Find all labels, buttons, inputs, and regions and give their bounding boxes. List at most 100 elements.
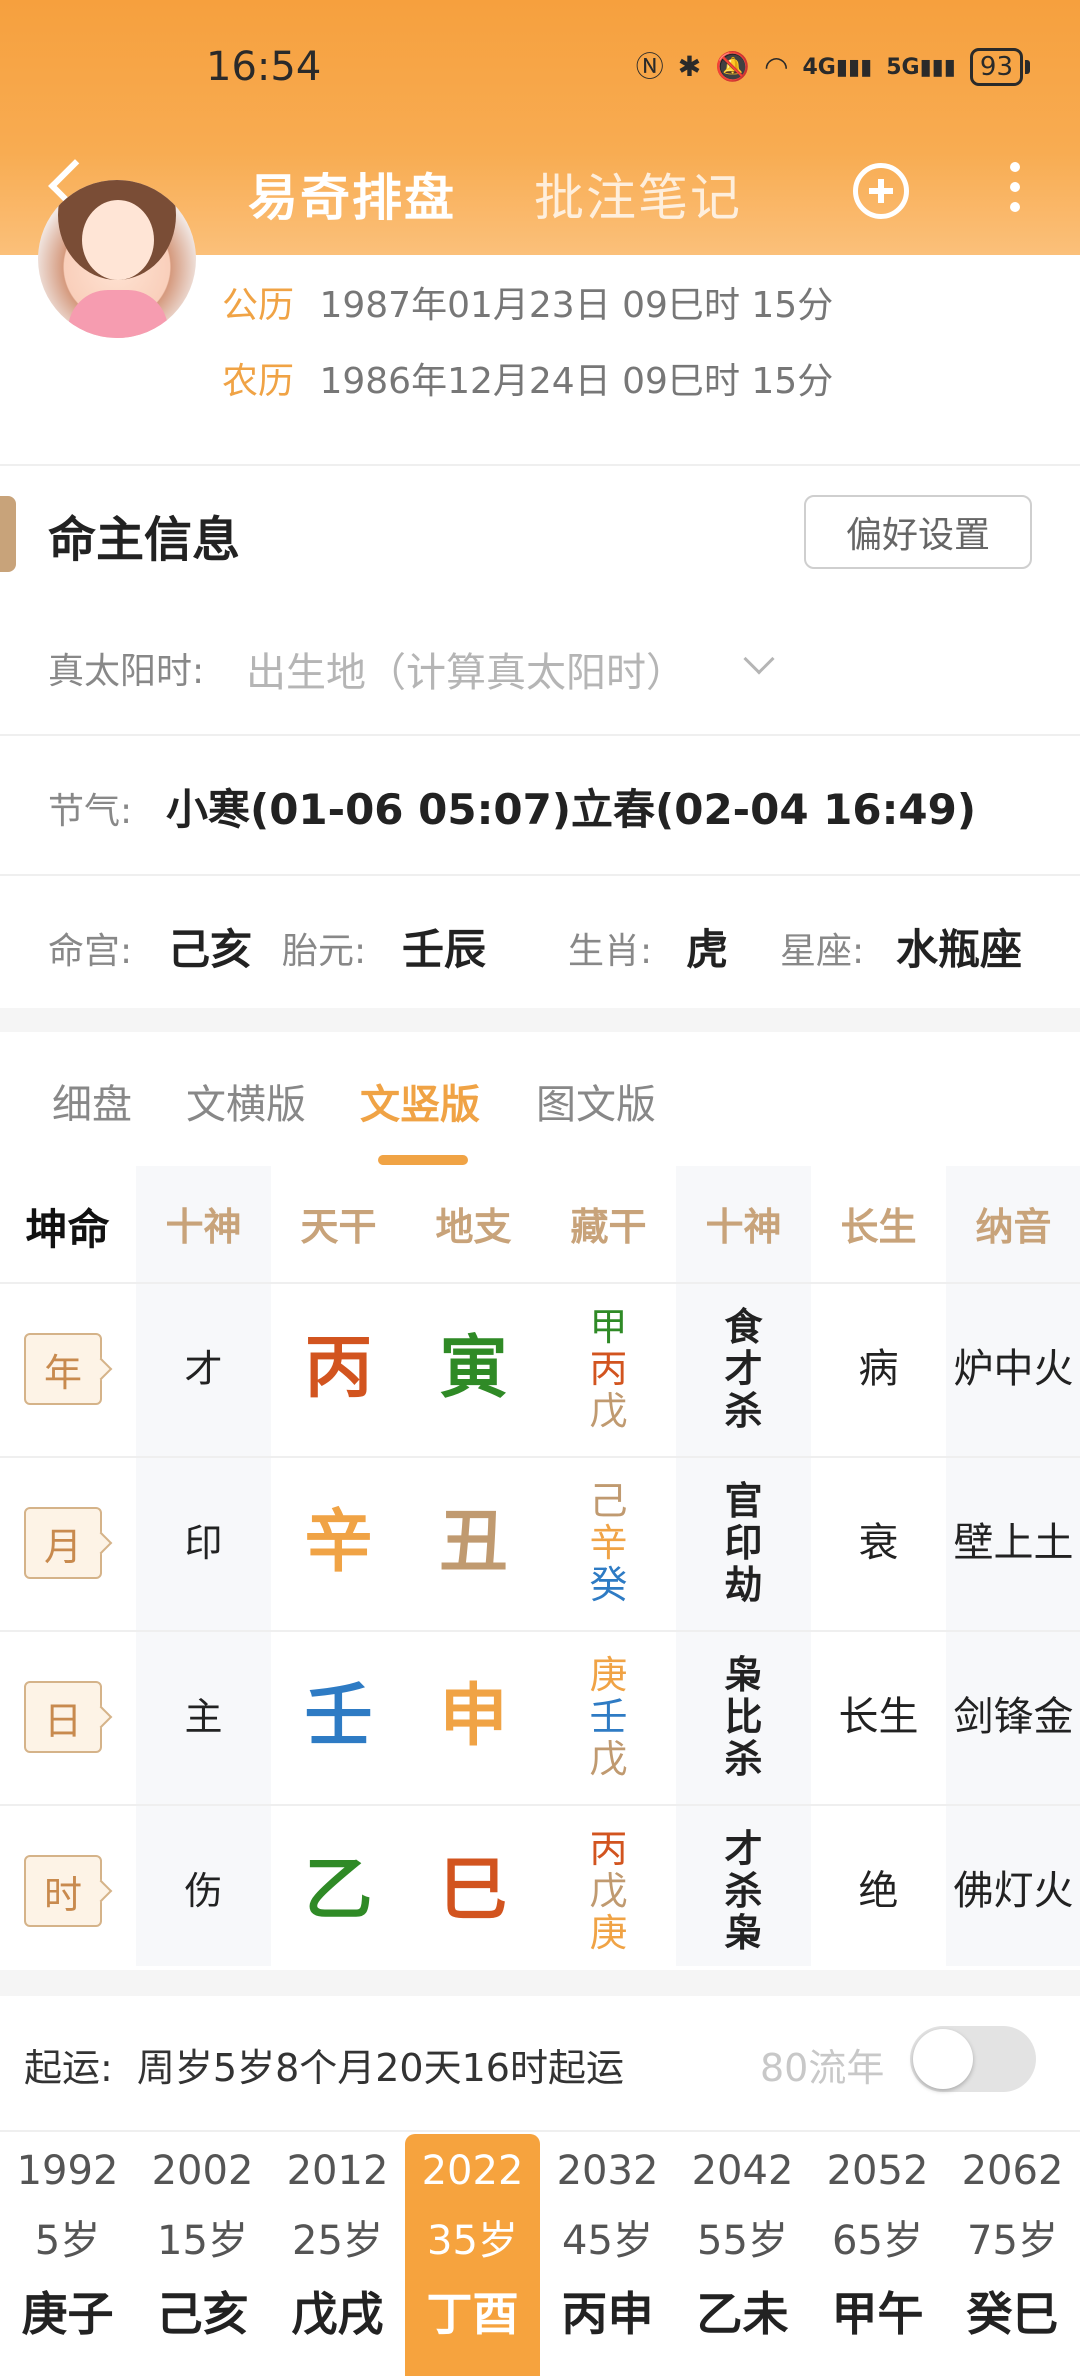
- lunar-date-row: 农历 1986年12月24日 09巳时 15分: [222, 352, 833, 404]
- dayun-item[interactable]: 2012 25岁 戊戌: [270, 2134, 405, 2376]
- taiyuan-label: 胎元:: [282, 931, 367, 972]
- liunian-toggle[interactable]: [910, 2026, 1036, 2092]
- dizhi-cell: 丑: [439, 1503, 508, 1582]
- dayun-age: 75岁: [967, 2218, 1058, 2264]
- shishen-char: 杀: [724, 1737, 763, 1781]
- shishen-char: 杀: [724, 1869, 763, 1913]
- dayun-item[interactable]: 2032 45岁 丙申: [540, 2134, 675, 2376]
- grid-header-0: 坤命: [25, 1205, 110, 1254]
- dizhi-cell: 申: [439, 1677, 508, 1756]
- dayun-year: 2002: [151, 2148, 254, 2194]
- canggan-shishen-cell: 才杀枭: [676, 1828, 811, 1954]
- canggan-shishen-cell: 食才杀: [676, 1306, 811, 1432]
- grid-header-6: 长生: [840, 1205, 917, 1249]
- dayun-item[interactable]: 2022 35岁 丁酉: [405, 2134, 540, 2376]
- dayun-item[interactable]: 2002 15岁 己亥: [135, 2134, 270, 2376]
- changsheng-cell: 衰: [858, 1520, 899, 1566]
- nayin-cell: 壁上土: [953, 1520, 1074, 1566]
- shishen-char: 食: [724, 1305, 763, 1349]
- canggan-char: 丙: [589, 1827, 628, 1871]
- row-divider: [0, 1630, 1080, 1632]
- grid-header-3: 地支: [435, 1205, 512, 1249]
- divider: [0, 464, 1080, 466]
- 4g-signal-icon: 4G▮▮▮: [802, 54, 873, 80]
- tab-wenshu[interactable]: 文竖版: [360, 1072, 480, 1130]
- shengxiao-value: 虎: [686, 925, 729, 974]
- 5g-signal-icon: 5G▮▮▮: [886, 54, 956, 80]
- nayin-cell: 佛灯火: [953, 1868, 1074, 1914]
- canggan-char: 己: [589, 1479, 628, 1523]
- mute-icon: 🔕: [715, 50, 751, 83]
- dayun-age: 65岁: [832, 2218, 923, 2264]
- canggan-char: 甲: [589, 1305, 628, 1349]
- tab-wenheng[interactable]: 文横版: [186, 1072, 306, 1130]
- status-icons: Ⓝ ✱ 🔕 ◠ 4G▮▮▮ 5G▮▮▮ 93: [636, 48, 1030, 86]
- divider: [0, 874, 1080, 876]
- dayun-item[interactable]: 1992 5岁 庚子: [0, 2134, 135, 2376]
- dayun-year: 2032: [556, 2148, 659, 2194]
- grid-header-7: 纳音: [975, 1205, 1052, 1249]
- add-icon[interactable]: [853, 163, 909, 219]
- dayun-item[interactable]: 2062 75岁 癸巳: [945, 2134, 1080, 2376]
- more-icon[interactable]: [1008, 162, 1022, 218]
- shishen-char: 枭: [724, 1911, 763, 1955]
- divider: [0, 2130, 1080, 2132]
- preferences-button[interactable]: 偏好设置: [804, 495, 1032, 569]
- pillar-tag[interactable]: 月: [24, 1507, 102, 1579]
- tab-paipan[interactable]: 易奇排盘: [248, 158, 456, 230]
- birthplace-selector[interactable]: 出生地（计算真太阳时）: [246, 640, 686, 698]
- avatar[interactable]: [38, 180, 196, 338]
- canggan-char: 庚: [589, 1911, 628, 1955]
- dayun-year: 2042: [691, 2148, 794, 2194]
- canggan-shishen-cell: 官印劫: [676, 1480, 811, 1606]
- dayun-age: 45岁: [562, 2218, 653, 2264]
- shishen-char: 官: [724, 1479, 763, 1523]
- canggan-char: 壬: [589, 1695, 628, 1739]
- dayun-ganzhi: 甲午: [831, 2287, 924, 2341]
- tab-xipan[interactable]: 细盘: [52, 1072, 132, 1130]
- dayun-ganzhi: 戊戌: [291, 2287, 384, 2341]
- canggan-cell: 甲丙戊: [541, 1306, 676, 1432]
- divider: [0, 734, 1080, 736]
- canggan-cell: 丙戊庚: [541, 1828, 676, 1954]
- battery-level: 93: [969, 48, 1023, 86]
- shishen-char: 印: [724, 1521, 763, 1565]
- bluetooth-icon: ✱: [677, 50, 702, 83]
- tab-notes[interactable]: 批注笔记: [534, 158, 742, 230]
- dayun-item[interactable]: 2042 55岁 乙未: [675, 2134, 810, 2376]
- changsheng-cell: 长生: [838, 1694, 919, 1740]
- battery-icon: 93: [969, 48, 1030, 86]
- tab-tuwen[interactable]: 图文版: [536, 1072, 656, 1130]
- pillar-tag[interactable]: 日: [24, 1681, 102, 1753]
- dayun-age: 55岁: [697, 2218, 788, 2264]
- shishen-char: 枭: [724, 1653, 763, 1697]
- qiyun-row: 起运: 周岁5岁8个月20天16时起运: [24, 2037, 624, 2092]
- changsheng-cell: 绝: [858, 1868, 899, 1914]
- section-title: 命主信息: [48, 512, 241, 568]
- dayun-year: 2022: [421, 2148, 524, 2194]
- pillar-tag[interactable]: 年: [24, 1333, 102, 1405]
- section-accent: [0, 496, 16, 572]
- dayun-age: 35岁: [427, 2218, 518, 2264]
- canggan-char: 辛: [589, 1521, 628, 1565]
- wifi-icon: ◠: [764, 50, 789, 83]
- grid-header-5: 十神: [705, 1205, 782, 1249]
- dayun-ganzhi: 癸巳: [966, 2287, 1059, 2341]
- grid-header-2: 天干: [300, 1205, 377, 1249]
- status-time: 16:54: [206, 44, 322, 90]
- dayun-ganzhi: 己亥: [156, 2287, 249, 2341]
- tiangan-cell: 壬: [304, 1677, 373, 1756]
- dayun-item[interactable]: 2052 65岁 甲午: [810, 2134, 945, 2376]
- grid-header-1: 十神: [165, 1205, 242, 1249]
- dayun-year: 2012: [286, 2148, 389, 2194]
- solar-date-row: 公历 1987年01月23日 09巳时 15分: [222, 276, 833, 328]
- liunian-label: 80流年: [760, 2046, 885, 2090]
- canggan-char: 丙: [589, 1347, 628, 1391]
- pillar-tag[interactable]: 时: [24, 1855, 102, 1927]
- nfc-icon: Ⓝ: [635, 50, 664, 83]
- qiyun-label: 起运:: [24, 2046, 113, 2090]
- chevron-down-icon[interactable]: [743, 643, 775, 675]
- shishen-char: 才: [724, 1827, 763, 1871]
- taiyuan-value: 壬辰: [402, 925, 487, 974]
- canggan-char: 癸: [589, 1563, 628, 1607]
